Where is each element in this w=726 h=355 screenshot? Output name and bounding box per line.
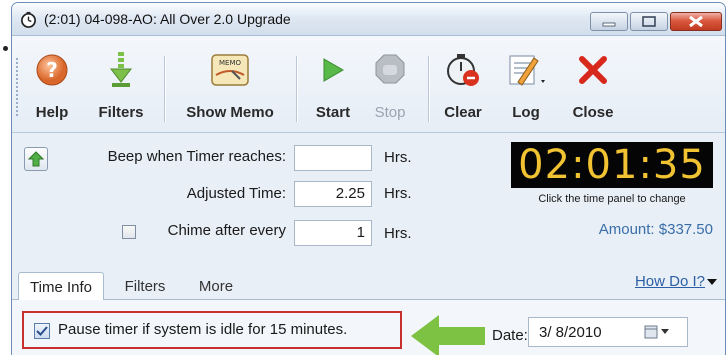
tabs-area: Time Info Filters More How Do I? Pause t… [12, 133, 725, 355]
help-button[interactable]: ? Help [28, 50, 76, 132]
filter-icon [109, 52, 133, 87]
how-do-i-dropdown-icon[interactable] [707, 279, 717, 285]
toolbar-separator [164, 56, 165, 122]
start-label: Start [315, 104, 351, 121]
bullet-marker [3, 46, 8, 51]
stop-label: Stop [374, 104, 406, 121]
callout-arrow-icon [411, 315, 485, 355]
pause-checkbox[interactable] [34, 323, 50, 339]
date-label: Date: [492, 327, 528, 344]
pause-label: Pause timer if system is idle for 15 min… [58, 321, 348, 338]
log-icon [509, 55, 545, 86]
show-memo-label: Show Memo [186, 104, 274, 121]
close-icon [689, 15, 703, 28]
help-icon: ? [36, 54, 68, 86]
timer-window: (2:01) 04-098-AO: All Over 2.0 Upgrade ?… [11, 2, 726, 355]
checkmark-icon [36, 326, 48, 336]
window-close-button[interactable] [670, 12, 722, 31]
close-x-icon [579, 56, 607, 84]
minimize-button[interactable] [590, 12, 628, 31]
filters-label: Filters [98, 104, 144, 121]
tab-filters[interactable]: Filters [114, 272, 176, 300]
close-button[interactable]: Close [564, 50, 622, 132]
clock-icon [21, 11, 36, 28]
log-button[interactable]: Log [500, 50, 552, 132]
help-label: Help [35, 104, 69, 121]
tab-more[interactable]: More [188, 272, 244, 300]
toolbar: ? Help Filters MEMO Show Memo Start Stop… [12, 36, 725, 133]
title-bar[interactable]: (2:01) 04-098-AO: All Over 2.0 Upgrade [12, 3, 725, 36]
calendar-icon [644, 325, 658, 339]
toolbar-separator [428, 56, 429, 122]
tab-time-info[interactable]: Time Info [18, 272, 104, 301]
toolbar-grip[interactable] [16, 58, 20, 116]
start-button[interactable]: Start [308, 50, 358, 132]
svg-text:?: ? [46, 58, 58, 82]
window-title: (2:01) 04-098-AO: All Over 2.0 Upgrade [44, 11, 291, 27]
close-label: Close [572, 104, 614, 121]
stop-button[interactable]: Stop [366, 50, 414, 132]
show-memo-button[interactable]: MEMO Show Memo [176, 50, 284, 132]
toolbar-separator [296, 56, 297, 122]
maximize-button[interactable] [630, 12, 668, 31]
log-label: Log [512, 104, 540, 121]
filters-button[interactable]: Filters [92, 50, 150, 132]
how-do-i-link[interactable]: How Do I? [635, 273, 705, 290]
clear-label: Clear [444, 104, 482, 121]
clear-timer-icon [447, 54, 479, 86]
maximize-icon [642, 16, 656, 27]
chevron-down-icon [661, 329, 669, 334]
date-picker-button[interactable] [644, 323, 672, 341]
memo-icon: MEMO [211, 54, 249, 86]
svg-text:MEMO: MEMO [219, 59, 242, 67]
minimize-icon [602, 22, 616, 27]
stop-icon [375, 54, 405, 84]
clear-button[interactable]: Clear [438, 50, 488, 132]
play-icon [323, 58, 344, 82]
